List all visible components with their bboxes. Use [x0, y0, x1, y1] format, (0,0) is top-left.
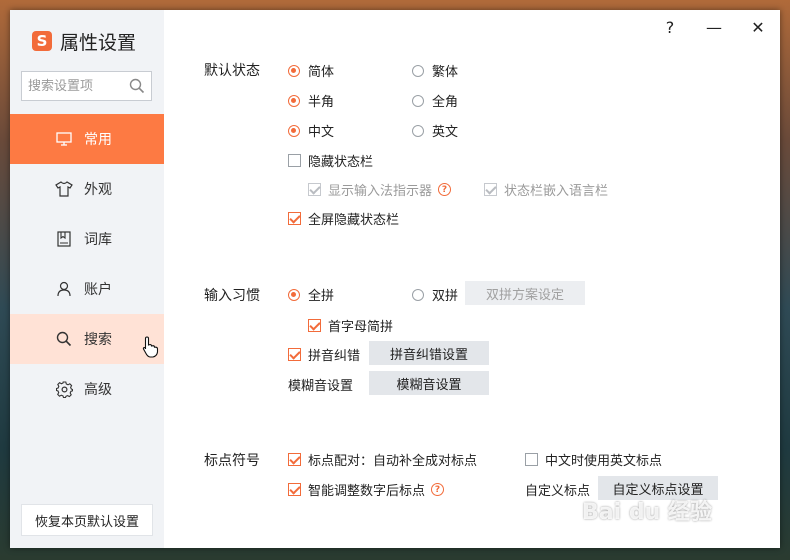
- minimize-button[interactable]: —: [692, 10, 736, 44]
- radio-indicator[interactable]: [288, 124, 300, 137]
- window-title: 属性设置: [60, 31, 137, 54]
- nav-label: 外观: [84, 182, 112, 198]
- shirt-icon: [54, 179, 74, 199]
- checkbox-label: 显示输入法指示器: [328, 184, 433, 199]
- radio-indicator[interactable]: [412, 94, 424, 107]
- nav-item-account[interactable]: 账户: [10, 264, 164, 314]
- radio-label: 简体: [308, 65, 335, 80]
- nav-item-search[interactable]: 搜索: [10, 314, 164, 364]
- radio-shuangpin[interactable]: 双拼: [412, 285, 458, 304]
- checkbox-label: 隐藏状态栏: [308, 155, 374, 170]
- nav-label: 搜索: [84, 332, 112, 348]
- radio-label: 半角: [308, 95, 335, 110]
- gear-icon: [54, 379, 74, 399]
- search-icon: [54, 329, 74, 349]
- monitor-icon: [54, 129, 74, 149]
- section-default-state-label: 默认状态: [204, 63, 260, 79]
- radio-label: 英文: [432, 125, 459, 140]
- radio-indicator[interactable]: [288, 288, 300, 301]
- radio-indicator[interactable]: [288, 94, 300, 107]
- checkbox-indicator[interactable]: [484, 183, 497, 196]
- radio-indicator[interactable]: [412, 124, 424, 137]
- fuzzy-label: 模糊音设置: [288, 375, 353, 394]
- checkbox-indicator[interactable]: [288, 154, 301, 167]
- radio-half-width[interactable]: 半角: [288, 91, 334, 110]
- radio-english[interactable]: 英文: [412, 121, 458, 140]
- radio-indicator[interactable]: [412, 288, 424, 301]
- checkbox-indicator[interactable]: [308, 319, 321, 332]
- checkbox-hide-status-bar[interactable]: 隐藏状态栏: [288, 151, 373, 170]
- radio-quanpin[interactable]: 全拼: [288, 285, 334, 304]
- baidu-watermark-url: jingyan.baidu.com: [620, 530, 722, 543]
- titlebar: ? — ✕: [648, 10, 780, 44]
- nav-item-general[interactable]: 常用: [10, 114, 164, 164]
- radio-simplified[interactable]: 简体: [288, 61, 334, 80]
- help-button[interactable]: ?: [648, 10, 692, 44]
- nav-item-appearance[interactable]: 外观: [10, 164, 164, 214]
- checkbox-label: 标点配对：自动补全成对标点: [308, 454, 478, 469]
- custom-punct-label: 自定义标点: [525, 480, 590, 499]
- sidebar: S 属性设置 常用 外观: [10, 10, 164, 548]
- radio-label: 繁体: [432, 65, 459, 80]
- checkbox-label: 全屏隐藏状态栏: [308, 213, 400, 228]
- checkbox-pinyin-correct[interactable]: 拼音纠错: [288, 345, 360, 364]
- checkbox-indicator[interactable]: [288, 348, 301, 361]
- radio-indicator[interactable]: [288, 64, 300, 77]
- search-box[interactable]: [21, 71, 152, 101]
- checkbox-fullscreen-hide[interactable]: 全屏隐藏状态栏: [288, 209, 399, 228]
- fuzzy-text: 模糊音设置: [288, 379, 354, 394]
- nav-label: 账户: [84, 282, 112, 298]
- reset-defaults-button[interactable]: 恢复本页默认设置: [21, 504, 153, 536]
- checkbox-label: 拼音纠错: [308, 349, 361, 364]
- checkbox-indicator[interactable]: [525, 453, 538, 466]
- nav-list: 常用 外观 词库 账户 搜索 高级: [10, 114, 164, 414]
- checkbox-indicator[interactable]: [288, 212, 301, 225]
- nav-item-dictionary[interactable]: 词库: [10, 214, 164, 264]
- checkbox-indicator[interactable]: [308, 183, 321, 196]
- checkbox-smart-adjust[interactable]: 智能调整数字后标点?: [288, 480, 445, 499]
- checkbox-label: 状态栏嵌入语言栏: [504, 184, 609, 199]
- checkbox-embed-language-bar[interactable]: 状态栏嵌入语言栏: [484, 180, 608, 199]
- mouse-cursor-icon: [142, 336, 160, 362]
- pinyin-correct-settings-button[interactable]: 拼音纠错设置: [369, 341, 489, 365]
- settings-window: S 属性设置 常用 外观: [10, 10, 780, 548]
- checkbox-initial-abbrev[interactable]: 首字母简拼: [308, 316, 393, 335]
- checkbox-show-indicator[interactable]: 显示输入法指示器?: [308, 180, 452, 199]
- help-circle-icon[interactable]: ?: [431, 483, 445, 496]
- radio-indicator[interactable]: [412, 64, 424, 77]
- nav-label: 词库: [84, 232, 112, 248]
- checkbox-indicator[interactable]: [288, 453, 301, 466]
- search-input[interactable]: [22, 72, 128, 100]
- radio-label: 全角: [432, 95, 459, 110]
- checkbox-english-punct[interactable]: 中文时使用英文标点: [525, 450, 662, 469]
- radio-label: 中文: [308, 125, 335, 140]
- radio-label: 全拼: [308, 289, 335, 304]
- radio-label: 双拼: [432, 289, 459, 304]
- checkbox-label: 智能调整数字后标点: [308, 484, 426, 499]
- baidu-watermark-logo: Bai du 经验: [582, 500, 712, 525]
- checkbox-punct-pairing[interactable]: 标点配对：自动补全成对标点: [288, 450, 477, 469]
- book-icon: [54, 229, 74, 249]
- shuangpin-scheme-button[interactable]: 双拼方案设定: [465, 281, 585, 305]
- radio-traditional[interactable]: 繁体: [412, 61, 458, 80]
- nav-item-advanced[interactable]: 高级: [10, 364, 164, 414]
- section-punctuation-label: 标点符号: [204, 453, 260, 469]
- help-circle-icon[interactable]: ?: [438, 183, 452, 196]
- search-icon[interactable]: [129, 78, 145, 98]
- fuzzy-settings-button[interactable]: 模糊音设置: [369, 371, 489, 395]
- radio-full-width[interactable]: 全角: [412, 91, 458, 110]
- checkbox-label: 首字母简拼: [328, 320, 394, 335]
- nav-label: 高级: [84, 382, 112, 398]
- brand: S 属性设置: [32, 28, 136, 54]
- checkbox-label: 中文时使用英文标点: [545, 454, 663, 469]
- custom-punct-text: 自定义标点: [525, 484, 591, 499]
- close-button[interactable]: ✕: [736, 10, 780, 44]
- sogou-logo-icon: S: [32, 31, 52, 51]
- user-icon: [54, 279, 74, 299]
- nav-label: 常用: [84, 132, 112, 148]
- section-input-habit-label: 输入习惯: [204, 288, 260, 304]
- radio-chinese[interactable]: 中文: [288, 121, 334, 140]
- checkbox-indicator[interactable]: [288, 483, 301, 496]
